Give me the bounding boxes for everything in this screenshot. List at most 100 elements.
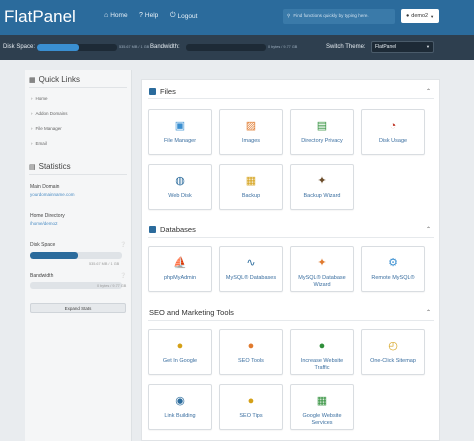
tile-label: Directory Privacy	[301, 138, 343, 144]
database-icon	[149, 226, 156, 233]
get-in-google-icon: ●	[176, 339, 184, 352]
tile-label: Google Website Services	[302, 413, 342, 426]
nav-help-label: Help	[144, 12, 159, 19]
backup-wizard-icon: ✦	[317, 174, 327, 187]
user-menu-button[interactable]: ● demo2 ▼	[401, 9, 439, 23]
disk-space-fill	[37, 44, 79, 51]
nav-help[interactable]: ? Help	[139, 12, 158, 19]
theme-select[interactable]: FlatPanel ▼	[371, 41, 434, 53]
section-files-heading[interactable]: Files	[149, 87, 176, 96]
tile-label: Remote MySQL®	[371, 275, 415, 281]
help-icon[interactable]: ❔	[120, 242, 126, 248]
remote-mysql-icon: ⚙	[388, 256, 398, 269]
tile-label: MySQL® Databases	[225, 275, 277, 281]
chevron-up-icon[interactable]: ⌃	[426, 226, 431, 233]
sidebar: ▦ Quick Links › Home › Addon Domains › F…	[25, 70, 132, 441]
traffic-light-icon: ●	[318, 339, 326, 352]
sidebar-item-addon-domains[interactable]: › Addon Domains	[31, 111, 68, 116]
mysql-wizard-icon: ✦	[317, 256, 327, 269]
tile-directory-privacy[interactable]: ▤ Directory Privacy	[290, 109, 354, 155]
tile-seo-tips[interactable]: ● SEO Tips	[219, 384, 283, 430]
backup-icon: ▦	[245, 174, 257, 187]
tile-mysql-database-wizard[interactable]: ✦ MySQL® Database Wizard	[290, 246, 354, 292]
home-directory-label: Home Directory	[30, 213, 65, 219]
nav-logout[interactable]: ⏻ Logout	[170, 12, 197, 20]
tile-file-manager[interactable]: ▣ File Manager	[148, 109, 212, 155]
tile-label: SEO Tools	[238, 358, 264, 364]
tile-label: Images	[241, 138, 261, 144]
expand-stats-button[interactable]: Expand Stats	[30, 303, 126, 313]
divider	[29, 174, 127, 175]
tile-remote-mysql[interactable]: ⚙ Remote MySQL®	[361, 246, 425, 292]
bandwidth-label: Bandwidth:	[150, 44, 180, 50]
disk-space-bar	[30, 252, 122, 259]
tile-web-disk[interactable]: ◍ Web Disk	[148, 164, 212, 210]
tile-label: Backup Wizard	[303, 193, 341, 199]
divider	[148, 98, 434, 99]
user-name: demo2	[411, 13, 429, 19]
disk-space-label: Disk Space	[30, 242, 56, 248]
search-input[interactable]: ⚲ Find functions quickly by typing here.	[283, 9, 395, 24]
tile-phpmyadmin[interactable]: ⛵ phpMyAdmin	[148, 246, 212, 292]
disk-usage-icon: ◔	[389, 119, 397, 132]
sidebar-item-file-manager[interactable]: › File Manager	[31, 126, 62, 131]
tile-label: Link Building	[164, 413, 196, 419]
section-title: Databases	[160, 225, 196, 234]
tile-backup[interactable]: ▦ Backup	[219, 164, 283, 210]
tile-label: MySQL® Database Wizard	[298, 275, 346, 288]
link-building-icon: ◉	[175, 394, 185, 407]
help-icon[interactable]: ❔	[120, 273, 126, 279]
chevron-up-icon[interactable]: ⌃	[426, 309, 431, 316]
section-title: Files	[160, 87, 176, 96]
quick-links-title: Quick Links	[38, 75, 80, 84]
tile-images[interactable]: ▨ Images	[219, 109, 283, 155]
sidebar-item-label: Email	[35, 141, 47, 146]
disk-space-fill	[30, 252, 78, 259]
tile-label: Web Disk	[168, 193, 192, 199]
nav-logout-label: Logout	[177, 12, 198, 20]
bandwidth-label: Bandwidth	[30, 273, 54, 279]
chevron-up-icon[interactable]: ⌃	[426, 88, 431, 95]
home-icon: ⌂	[104, 12, 109, 19]
brand-logo[interactable]: FlatPanel	[4, 7, 76, 27]
statistics-title: Statistics	[38, 162, 71, 171]
tile-label: File Manager	[163, 138, 197, 144]
section-seo-heading[interactable]: SEO and Marketing Tools	[149, 308, 234, 317]
nav-home-label: Home	[110, 12, 128, 19]
tile-label: Backup	[241, 193, 261, 199]
tile-disk-usage[interactable]: ◔ Disk Usage	[361, 109, 425, 155]
seo-tools-icon: ●	[247, 339, 255, 352]
divider	[148, 320, 434, 321]
disk-space-value: 535.67 MB / 1 GB	[89, 262, 120, 266]
images-icon: ▨	[245, 119, 257, 132]
sidebar-item-label: Home	[35, 96, 48, 101]
disk-space-bar	[37, 44, 117, 51]
tile-label: SEO Tips	[239, 413, 263, 419]
home-directory-value: /home/demo2	[30, 221, 58, 226]
tile-mysql-databases[interactable]: ∿ MySQL® Databases	[219, 246, 283, 292]
chevron-down-icon: ▼	[426, 44, 430, 49]
nav-home[interactable]: ⌂ Home	[104, 12, 128, 19]
tile-get-in-google[interactable]: ● Get In Google	[148, 329, 212, 375]
arrow-icon: ›	[31, 111, 33, 116]
disk-space-label: Disk Space:	[3, 44, 36, 50]
main-domain-value[interactable]: yourdomainname.com	[30, 192, 75, 197]
tile-backup-wizard[interactable]: ✦ Backup Wizard	[290, 164, 354, 210]
tile-google-website-services[interactable]: ▦ Google Website Services	[290, 384, 354, 430]
google-services-icon: ▦	[316, 394, 328, 407]
sidebar-item-label: File Manager	[35, 126, 62, 131]
sidebar-item-email[interactable]: › Email	[31, 141, 47, 146]
tile-one-click-sitemap[interactable]: ◴ One-Click Sitemap	[361, 329, 425, 375]
divider	[29, 87, 127, 88]
folder-icon	[149, 88, 156, 95]
arrow-icon: ›	[31, 126, 33, 131]
sidebar-item-home[interactable]: › Home	[31, 96, 48, 101]
section-databases-heading[interactable]: Databases	[149, 225, 196, 234]
tile-increase-website-traffic[interactable]: ● Increase Website Traffic	[290, 329, 354, 375]
tile-link-building[interactable]: ◉ Link Building	[148, 384, 212, 430]
mysql-databases-icon: ∿	[246, 256, 256, 269]
bandwidth-value: 0 bytes / 9.77 GB	[268, 45, 298, 49]
tile-seo-tools[interactable]: ● SEO Tools	[219, 329, 283, 375]
chevron-down-icon: ▼	[430, 13, 435, 19]
tile-label: Increase Website Traffic	[300, 358, 344, 371]
